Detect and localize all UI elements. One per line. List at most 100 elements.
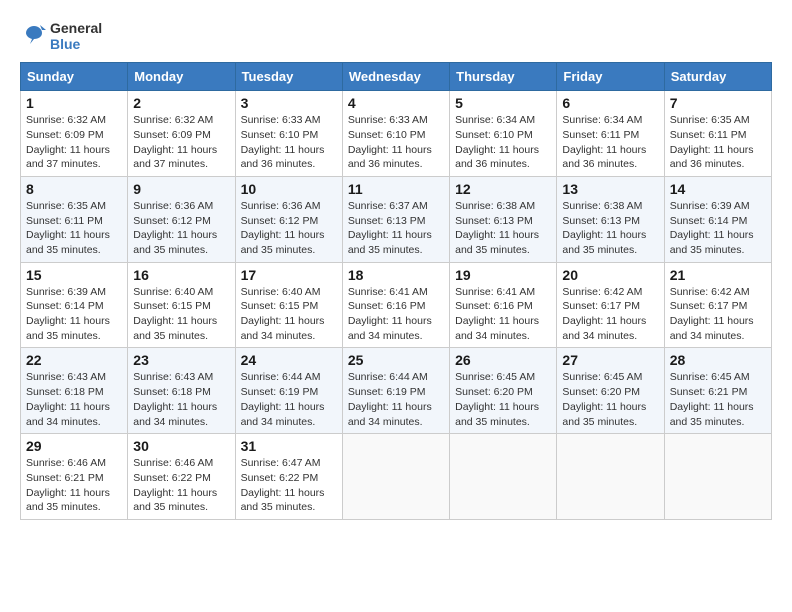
- day-info: Sunrise: 6:39 AMSunset: 6:14 PMDaylight:…: [26, 285, 122, 344]
- day-number: 6: [562, 95, 658, 111]
- week-row-5: 29Sunrise: 6:46 AMSunset: 6:21 PMDayligh…: [21, 434, 772, 520]
- day-info: Sunrise: 6:36 AMSunset: 6:12 PMDaylight:…: [133, 199, 229, 258]
- day-info: Sunrise: 6:34 AMSunset: 6:10 PMDaylight:…: [455, 113, 551, 172]
- calendar-cell: 3 Sunrise: 6:33 AMSunset: 6:10 PMDaylight…: [235, 91, 342, 177]
- calendar-cell: 6 Sunrise: 6:34 AMSunset: 6:11 PMDaylight…: [557, 91, 664, 177]
- day-info: Sunrise: 6:46 AMSunset: 6:22 PMDaylight:…: [133, 456, 229, 515]
- calendar-cell: 30Sunrise: 6:46 AMSunset: 6:22 PMDayligh…: [128, 434, 235, 520]
- day-number: 31: [241, 438, 337, 454]
- day-info: Sunrise: 6:45 AMSunset: 6:20 PMDaylight:…: [455, 370, 551, 429]
- calendar-cell: 1 Sunrise: 6:32 AMSunset: 6:09 PMDaylight…: [21, 91, 128, 177]
- column-header-sunday: Sunday: [21, 63, 128, 91]
- week-row-3: 15Sunrise: 6:39 AMSunset: 6:14 PMDayligh…: [21, 262, 772, 348]
- day-number: 27: [562, 352, 658, 368]
- calendar-cell: 13 Sunrise: 6:38 AMSunset: 6:13 PMDayligh…: [557, 176, 664, 262]
- day-info: Sunrise: 6:35 AMSunset: 6:11 PMDaylight:…: [26, 199, 122, 258]
- day-number: 9: [133, 181, 229, 197]
- calendar-cell: 21 Sunrise: 6:42 AMSunset: 6:17 PMDayligh…: [664, 262, 771, 348]
- calendar-cell: [664, 434, 771, 520]
- day-number: 1: [26, 95, 122, 111]
- day-number: 3: [241, 95, 337, 111]
- day-info: Sunrise: 6:43 AMSunset: 6:18 PMDaylight:…: [133, 370, 229, 429]
- calendar-cell: 15Sunrise: 6:39 AMSunset: 6:14 PMDayligh…: [21, 262, 128, 348]
- day-info: Sunrise: 6:41 AMSunset: 6:16 PMDaylight:…: [455, 285, 551, 344]
- day-number: 14: [670, 181, 766, 197]
- calendar-cell: 10 Sunrise: 6:36 AMSunset: 6:12 PMDayligh…: [235, 176, 342, 262]
- day-info: Sunrise: 6:40 AMSunset: 6:15 PMDaylight:…: [133, 285, 229, 344]
- page-header: General Blue: [20, 20, 772, 52]
- day-info: Sunrise: 6:42 AMSunset: 6:17 PMDaylight:…: [562, 285, 658, 344]
- calendar-cell: 25Sunrise: 6:44 AMSunset: 6:19 PMDayligh…: [342, 348, 449, 434]
- calendar-cell: 4 Sunrise: 6:33 AMSunset: 6:10 PMDaylight…: [342, 91, 449, 177]
- calendar-cell: 16 Sunrise: 6:40 AMSunset: 6:15 PMDayligh…: [128, 262, 235, 348]
- calendar: SundayMondayTuesdayWednesdayThursdayFrid…: [20, 62, 772, 520]
- column-header-friday: Friday: [557, 63, 664, 91]
- day-number: 23: [133, 352, 229, 368]
- column-header-saturday: Saturday: [664, 63, 771, 91]
- logo-visual: General Blue: [20, 20, 102, 52]
- day-number: 8: [26, 181, 122, 197]
- calendar-cell: 18 Sunrise: 6:41 AMSunset: 6:16 PMDayligh…: [342, 262, 449, 348]
- day-number: 19: [455, 267, 551, 283]
- calendar-cell: [557, 434, 664, 520]
- day-info: Sunrise: 6:38 AMSunset: 6:13 PMDaylight:…: [455, 199, 551, 258]
- calendar-cell: 24Sunrise: 6:44 AMSunset: 6:19 PMDayligh…: [235, 348, 342, 434]
- calendar-header-row: SundayMondayTuesdayWednesdayThursdayFrid…: [21, 63, 772, 91]
- day-number: 21: [670, 267, 766, 283]
- calendar-cell: 7 Sunrise: 6:35 AMSunset: 6:11 PMDaylight…: [664, 91, 771, 177]
- day-number: 16: [133, 267, 229, 283]
- day-number: 22: [26, 352, 122, 368]
- day-number: 4: [348, 95, 444, 111]
- day-info: Sunrise: 6:40 AMSunset: 6:15 PMDaylight:…: [241, 285, 337, 344]
- column-header-monday: Monday: [128, 63, 235, 91]
- day-info: Sunrise: 6:45 AMSunset: 6:21 PMDaylight:…: [670, 370, 766, 429]
- day-info: Sunrise: 6:47 AMSunset: 6:22 PMDaylight:…: [241, 456, 337, 515]
- week-row-2: 8 Sunrise: 6:35 AMSunset: 6:11 PMDaylight…: [21, 176, 772, 262]
- day-number: 17: [241, 267, 337, 283]
- calendar-cell: 27 Sunrise: 6:45 AMSunset: 6:20 PMDayligh…: [557, 348, 664, 434]
- calendar-cell: 31 Sunrise: 6:47 AMSunset: 6:22 PMDayligh…: [235, 434, 342, 520]
- day-info: Sunrise: 6:36 AMSunset: 6:12 PMDaylight:…: [241, 199, 337, 258]
- day-info: Sunrise: 6:38 AMSunset: 6:13 PMDaylight:…: [562, 199, 658, 258]
- week-row-1: 1 Sunrise: 6:32 AMSunset: 6:09 PMDaylight…: [21, 91, 772, 177]
- logo-bird-icon: [20, 22, 48, 50]
- day-number: 12: [455, 181, 551, 197]
- day-info: Sunrise: 6:41 AMSunset: 6:16 PMDaylight:…: [348, 285, 444, 344]
- day-number: 26: [455, 352, 551, 368]
- day-info: Sunrise: 6:45 AMSunset: 6:20 PMDaylight:…: [562, 370, 658, 429]
- day-info: Sunrise: 6:33 AMSunset: 6:10 PMDaylight:…: [241, 113, 337, 172]
- calendar-cell: 2Sunrise: 6:32 AMSunset: 6:09 PMDaylight…: [128, 91, 235, 177]
- calendar-cell: [450, 434, 557, 520]
- calendar-cell: 26 Sunrise: 6:45 AMSunset: 6:20 PMDayligh…: [450, 348, 557, 434]
- day-info: Sunrise: 6:34 AMSunset: 6:11 PMDaylight:…: [562, 113, 658, 172]
- week-row-4: 22 Sunrise: 6:43 AMSunset: 6:18 PMDayligh…: [21, 348, 772, 434]
- calendar-cell: 28 Sunrise: 6:45 AMSunset: 6:21 PMDayligh…: [664, 348, 771, 434]
- day-number: 25: [348, 352, 444, 368]
- day-number: 11: [348, 181, 444, 197]
- logo: General Blue: [20, 20, 102, 52]
- day-info: Sunrise: 6:33 AMSunset: 6:10 PMDaylight:…: [348, 113, 444, 172]
- day-info: Sunrise: 6:32 AMSunset: 6:09 PMDaylight:…: [26, 113, 122, 172]
- column-header-thursday: Thursday: [450, 63, 557, 91]
- calendar-cell: 5 Sunrise: 6:34 AMSunset: 6:10 PMDaylight…: [450, 91, 557, 177]
- day-number: 13: [562, 181, 658, 197]
- day-number: 20: [562, 267, 658, 283]
- day-info: Sunrise: 6:42 AMSunset: 6:17 PMDaylight:…: [670, 285, 766, 344]
- day-number: 24: [241, 352, 337, 368]
- day-info: Sunrise: 6:39 AMSunset: 6:14 PMDaylight:…: [670, 199, 766, 258]
- day-number: 28: [670, 352, 766, 368]
- calendar-cell: 19 Sunrise: 6:41 AMSunset: 6:16 PMDayligh…: [450, 262, 557, 348]
- calendar-cell: 23 Sunrise: 6:43 AMSunset: 6:18 PMDayligh…: [128, 348, 235, 434]
- day-number: 18: [348, 267, 444, 283]
- day-number: 10: [241, 181, 337, 197]
- day-number: 5: [455, 95, 551, 111]
- day-info: Sunrise: 6:35 AMSunset: 6:11 PMDaylight:…: [670, 113, 766, 172]
- calendar-cell: 17 Sunrise: 6:40 AMSunset: 6:15 PMDayligh…: [235, 262, 342, 348]
- calendar-cell: 14 Sunrise: 6:39 AMSunset: 6:14 PMDayligh…: [664, 176, 771, 262]
- day-info: Sunrise: 6:37 AMSunset: 6:13 PMDaylight:…: [348, 199, 444, 258]
- calendar-cell: 11 Sunrise: 6:37 AMSunset: 6:13 PMDayligh…: [342, 176, 449, 262]
- day-info: Sunrise: 6:32 AMSunset: 6:09 PMDaylight:…: [133, 113, 229, 172]
- day-info: Sunrise: 6:46 AMSunset: 6:21 PMDaylight:…: [26, 456, 122, 515]
- day-number: 7: [670, 95, 766, 111]
- calendar-cell: 29Sunrise: 6:46 AMSunset: 6:21 PMDayligh…: [21, 434, 128, 520]
